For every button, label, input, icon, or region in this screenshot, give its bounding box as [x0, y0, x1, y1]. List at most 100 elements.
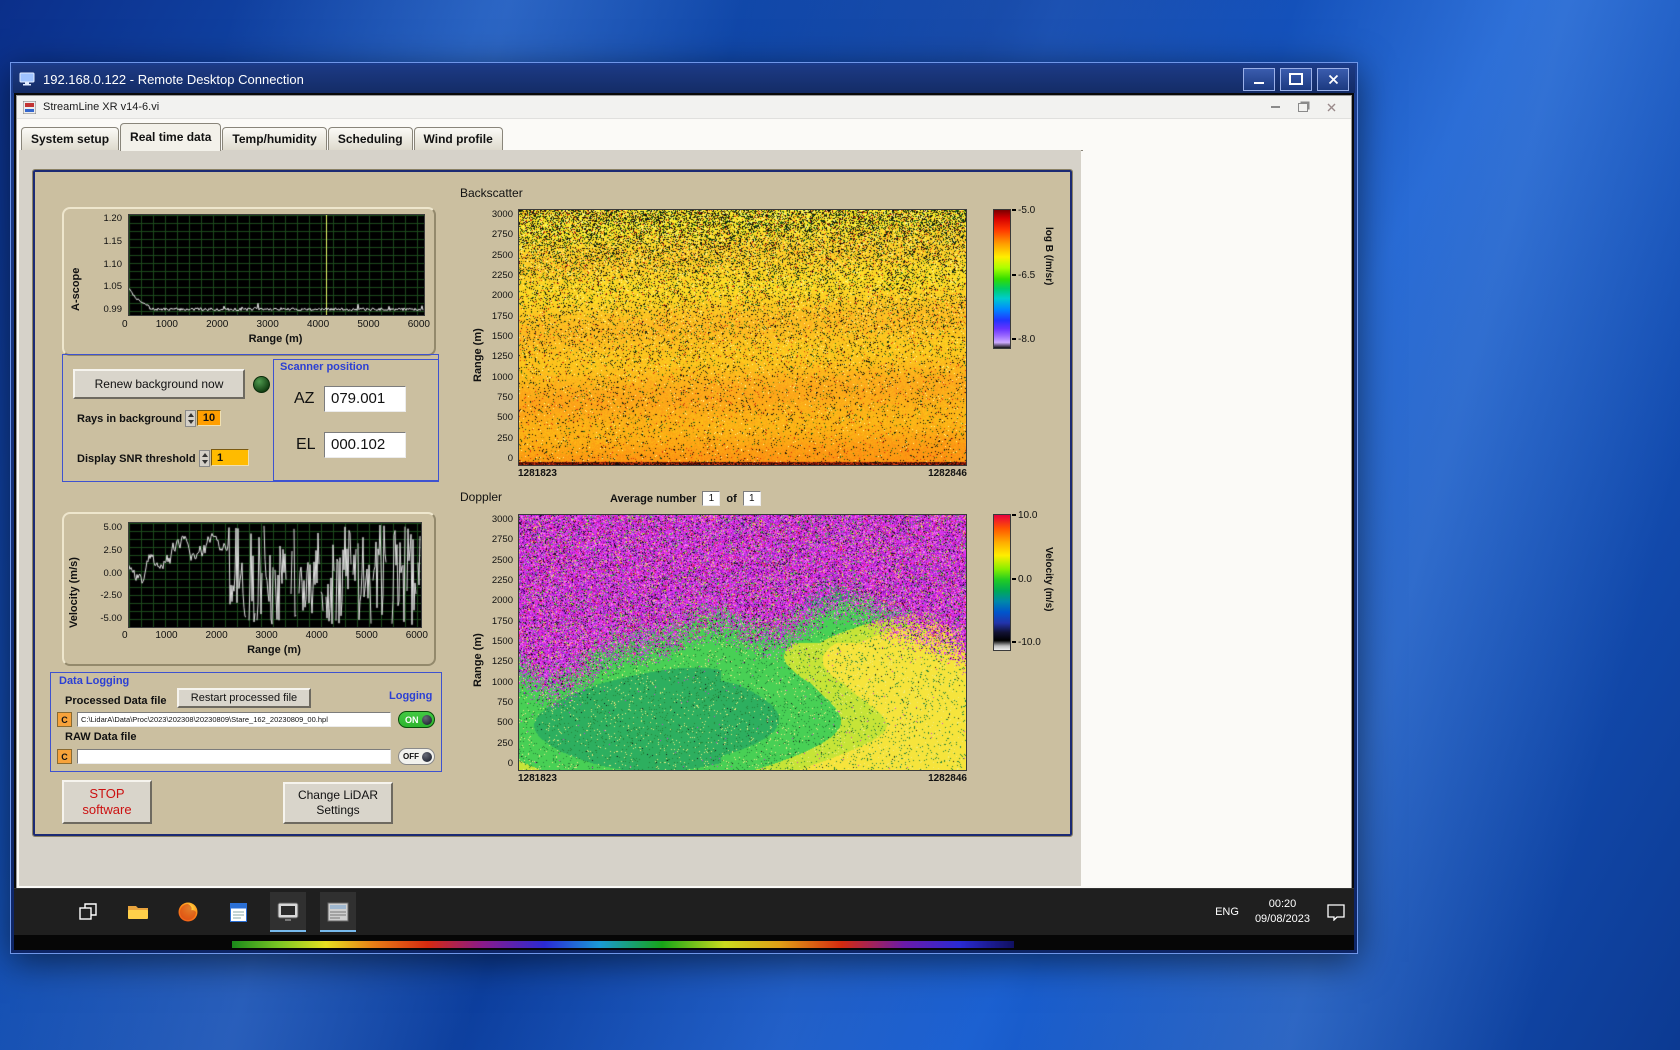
- tick-label: 5000: [355, 630, 378, 641]
- tick-label: 10.0: [1012, 510, 1041, 521]
- tick-label: 5000: [357, 319, 380, 330]
- rdp-maximize-button[interactable]: [1280, 67, 1312, 91]
- tick-label: 3000: [491, 514, 513, 525]
- tick-label: 6000: [405, 630, 428, 641]
- language-indicator[interactable]: ENG: [1215, 906, 1239, 918]
- raw-path-drive-button[interactable]: C: [57, 749, 72, 764]
- vi-icon: [23, 100, 36, 114]
- rays-in-background-stepper[interactable]: [185, 410, 196, 427]
- backscatter-colorbar-label: log B (/m/sr): [1043, 227, 1054, 286]
- data-logging-group: Data Logging Processed Data file Restart…: [50, 672, 442, 772]
- taskbar: ENG 00:20 09/08/2023: [14, 888, 1354, 935]
- tick-label: 0.00: [103, 567, 123, 579]
- tab-real-time-data[interactable]: Real time data: [120, 123, 222, 151]
- scanner-position-group: Scanner position AZ 079.001 EL 000.102: [273, 359, 439, 481]
- tick-label: 3000: [491, 209, 513, 220]
- ascope-y-axis-label: A-scope: [70, 267, 82, 311]
- doppler-colorbar-label: Velocity (m/s): [1043, 547, 1054, 612]
- tab-system-setup[interactable]: System setup: [21, 127, 120, 150]
- document-app-icon: [229, 902, 247, 922]
- average-of-field[interactable]: 1: [742, 491, 761, 506]
- change-lidar-settings-button[interactable]: Change LiDAR Settings: [283, 782, 393, 824]
- raw-data-file-label: RAW Data file: [65, 731, 137, 743]
- tick-label: 1000: [155, 319, 178, 330]
- app-restore-button[interactable]: [1289, 98, 1317, 116]
- close-icon: [1328, 74, 1338, 84]
- raw-logging-toggle[interactable]: OFF: [398, 748, 435, 765]
- snr-threshold-field[interactable]: 1: [211, 449, 249, 466]
- tick-label: 0: [122, 630, 128, 641]
- task-view-button[interactable]: [70, 892, 106, 932]
- tab-scheduling[interactable]: Scheduling: [327, 127, 413, 150]
- close-icon: [1327, 103, 1335, 111]
- restart-processed-file-button[interactable]: Restart processed file: [177, 688, 311, 708]
- velocity-x-ticks: 0 1000 2000 3000 4000 5000 6000: [122, 630, 428, 641]
- document-app-button[interactable]: [220, 892, 256, 932]
- tick-label: 2000: [205, 630, 228, 641]
- streamline-app-icon: [277, 902, 299, 921]
- toggle-on-label: ON: [405, 714, 419, 725]
- doppler-y-ticks: 3000 2750 2500 2250 2000 1750 1500 1250 1000 750 5…: [479, 514, 513, 769]
- toggle-knob-icon: [422, 752, 432, 762]
- rays-in-background-field[interactable]: 10: [197, 410, 221, 426]
- firefox-button[interactable]: [170, 892, 206, 932]
- backscatter-colorbar: [993, 209, 1011, 349]
- scan-scheduler-icon: [327, 902, 349, 922]
- ascope-plot: [128, 214, 425, 316]
- tick-label: 1000: [491, 371, 513, 383]
- tab-wind-profile[interactable]: Wind profile: [413, 127, 503, 150]
- backscatter-title: Backscatter: [460, 186, 523, 200]
- rdp-titlebar[interactable]: 192.168.0.122 - Remote Desktop Connectio…: [13, 65, 1355, 93]
- rdp-minimize-button[interactable]: [1243, 67, 1275, 91]
- backscatter-colorbar-ticks: -5.0 -6.5 -8.0: [1012, 205, 1035, 345]
- streamline-app-window: StreamLine XR v14-6.vi System setup Real…: [16, 95, 1352, 889]
- snr-threshold-stepper[interactable]: [199, 450, 210, 467]
- doppler-colorbar-ticks: 10.0 0.0 -10.0: [1012, 510, 1041, 648]
- notification-center-icon[interactable]: [1326, 903, 1346, 921]
- tab-bar: System setup Real time data Temp/humidit…: [19, 122, 1083, 151]
- processed-logging-toggle[interactable]: ON: [398, 711, 435, 728]
- remote-desktop-icon: [19, 72, 35, 86]
- restore-icon: [1298, 102, 1308, 112]
- tick-label: 1500: [491, 635, 513, 647]
- processed-path-field[interactable]: C:\LidarA\Data\Proc\2023\202308\20230809…: [77, 712, 391, 727]
- app-titlebar[interactable]: StreamLine XR v14-6.vi: [17, 96, 1351, 119]
- processed-path-drive-button[interactable]: C: [57, 712, 72, 727]
- tab-temp-humidity[interactable]: Temp/humidity: [222, 127, 327, 150]
- average-number-row: Average number 1 of 1: [610, 491, 761, 506]
- rdp-client-area: StreamLine XR v14-6.vi System setup Real…: [14, 93, 1354, 950]
- rdp-window: 192.168.0.122 - Remote Desktop Connectio…: [10, 62, 1358, 954]
- tick-label: 1250: [491, 656, 513, 668]
- tick-label: 2750: [491, 229, 513, 241]
- tick-label: 0: [507, 452, 513, 464]
- doppler-heatmap: [518, 514, 967, 771]
- doppler-x-end: 1282846: [928, 773, 967, 784]
- azimuth-field[interactable]: 079.001: [324, 386, 406, 412]
- stop-button-line2: software: [82, 802, 132, 817]
- clock-date: 09/08/2023: [1254, 913, 1310, 925]
- taskbar-clock[interactable]: 00:20 09/08/2023: [1255, 897, 1310, 927]
- ascope-x-axis-label: Range (m): [248, 333, 303, 345]
- rdp-close-button[interactable]: [1317, 67, 1349, 91]
- tick-label: 2000: [491, 290, 513, 302]
- raw-path-field[interactable]: [77, 749, 391, 764]
- scan-scheduler-taskbar-button[interactable]: [320, 892, 356, 932]
- file-explorer-button[interactable]: [120, 892, 156, 932]
- app-minimize-button[interactable]: [1261, 98, 1289, 116]
- tick-label: 250: [497, 737, 513, 749]
- stop-software-button[interactable]: STOP software: [62, 780, 152, 824]
- tick-label: 500: [497, 717, 513, 729]
- tick-label: -2.50: [100, 590, 122, 602]
- renew-background-button[interactable]: Renew background now: [73, 369, 245, 399]
- elevation-field[interactable]: 000.102: [324, 432, 406, 458]
- backscatter-x-ticks: 1281823 1282846: [518, 468, 967, 479]
- taskbar-icons: [70, 889, 356, 935]
- elevation-label: EL: [296, 436, 316, 453]
- tick-label: 2000: [206, 319, 229, 330]
- average-number-field[interactable]: 1: [702, 491, 721, 506]
- tick-label: 1000: [491, 676, 513, 688]
- file-explorer-icon: [128, 906, 148, 919]
- streamline-app-taskbar-button[interactable]: [270, 892, 306, 932]
- tick-label: 0: [507, 757, 513, 769]
- app-close-button[interactable]: [1317, 98, 1345, 116]
